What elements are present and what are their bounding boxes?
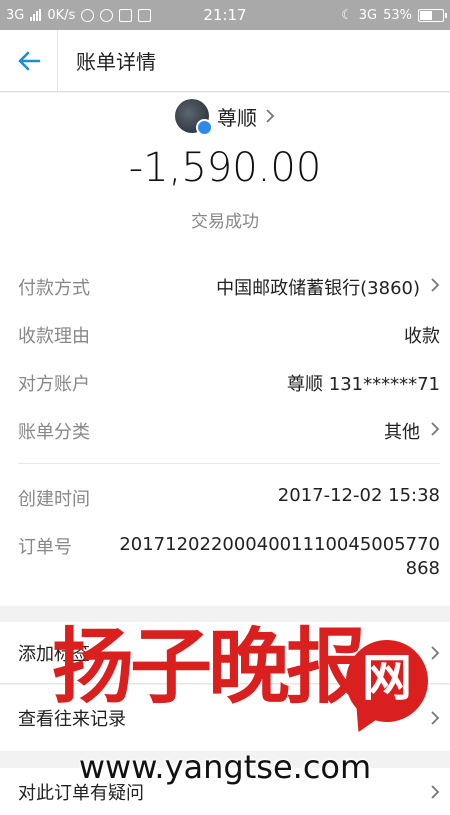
avatar	[175, 99, 213, 136]
meta-label: 创建时间	[18, 489, 90, 510]
watermark-url: www.yangtse.com	[78, 748, 372, 786]
meta-label: 订单号	[18, 537, 72, 558]
chevron-right-icon	[431, 711, 440, 725]
detail-row-counterparty: 对方账户 尊顺 131******71	[18, 370, 440, 396]
detail-label: 收款理由	[18, 326, 90, 347]
verified-badge-icon	[196, 119, 213, 136]
network-type-left: 3G	[6, 7, 25, 23]
transaction-status: 交易成功	[191, 212, 259, 232]
chevron-right-icon	[431, 422, 440, 436]
qq-icon	[81, 8, 95, 22]
notification-icon	[119, 8, 133, 22]
signal-icon	[30, 9, 42, 21]
payee-row[interactable]: 尊顺	[0, 97, 450, 136]
bill-detail-card: 尊顺 -1,590.00 交易成功 付款方式 中国邮政储蓄银行(3860) 收款…	[0, 93, 450, 606]
wechat-icon	[100, 8, 114, 22]
divider	[18, 463, 440, 464]
meta-row-created-time: 创建时间 2017-12-02 15:38	[18, 485, 440, 511]
detail-row-reason: 收款理由 收款	[18, 322, 440, 348]
order-number-value: 2017120220004001110045005770 868	[119, 533, 440, 582]
back-button[interactable]	[0, 29, 58, 92]
page-title: 账单详情	[76, 50, 156, 74]
payee-name: 尊顺	[217, 105, 257, 130]
watermark-badge-text: 网	[362, 649, 412, 707]
watermark-badge: 网	[346, 640, 428, 722]
order-number-line1: 2017120220004001110045005770	[119, 534, 440, 555]
meta-value: 2017-12-02 15:38	[277, 485, 440, 506]
watermark-logo-text: 扬子晚报	[52, 619, 368, 715]
order-number-line2: 868	[405, 558, 440, 580]
detail-label: 付款方式	[18, 278, 90, 299]
detail-row-payment-method[interactable]: 付款方式 中国邮政储蓄银行(3860)	[18, 274, 440, 300]
status-bar: 3G 0K/s 21:17 ☾ 3G 53%	[0, 0, 450, 30]
battery-percent: 53%	[383, 7, 412, 23]
meta-row-order-number: 订单号 2017120220004001110045005770 868	[18, 533, 440, 582]
chevron-right-icon	[431, 645, 440, 660]
moon-icon: ☾	[341, 7, 353, 23]
app-icon	[138, 8, 152, 22]
amount: -1,590.00	[128, 145, 322, 191]
arrow-left-icon	[18, 51, 40, 70]
app-header: 账单详情	[0, 29, 450, 92]
network-type-right: 3G	[358, 7, 378, 23]
network-speed: 0K/s	[47, 7, 76, 23]
chevron-right-icon	[431, 278, 440, 292]
detail-value: 其他	[384, 422, 420, 443]
detail-row-category[interactable]: 账单分类 其他	[18, 418, 440, 444]
detail-value: 尊顺 131******71	[287, 374, 440, 395]
chevron-right-icon	[266, 109, 275, 123]
battery-level	[420, 10, 432, 20]
detail-value: 中国邮政储蓄银行(3860)	[216, 278, 420, 299]
battery-icon	[418, 8, 447, 22]
detail-value: 收款	[404, 326, 440, 347]
detail-label: 对方账户	[18, 374, 90, 395]
detail-label: 账单分类	[18, 422, 90, 443]
